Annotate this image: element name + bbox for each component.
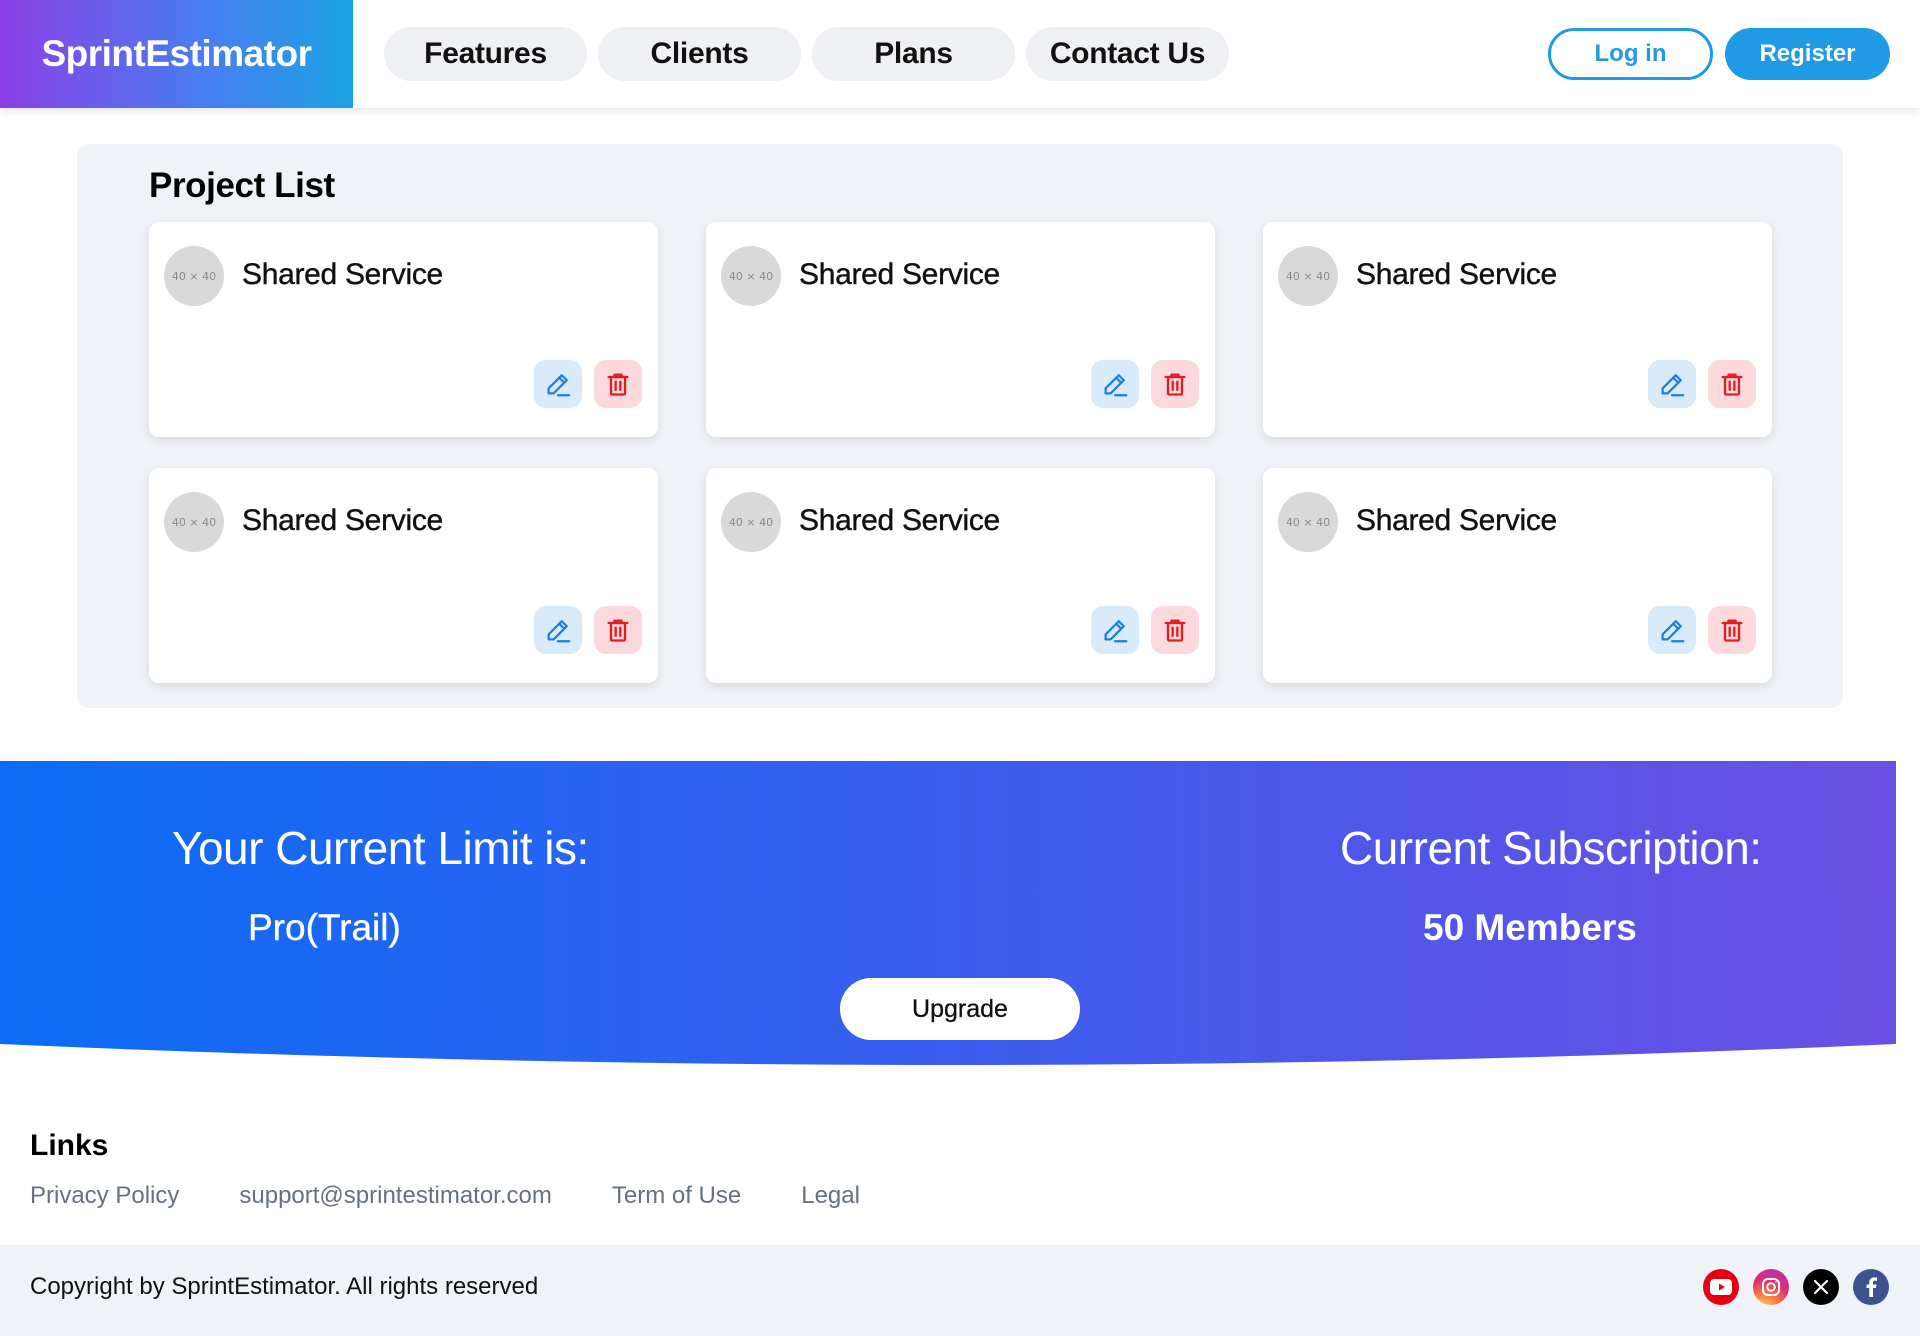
delete-button[interactable]: [594, 360, 642, 408]
project-card[interactable]: 40 × 40 Shared Service: [706, 222, 1215, 437]
top-navbar: SprintEstimator Features Clients Plans C…: [0, 0, 1920, 108]
pencil-icon: [547, 374, 571, 397]
nav-clients[interactable]: Clients: [598, 27, 801, 81]
project-list-title: Project List: [149, 166, 335, 205]
delete-button[interactable]: [1151, 360, 1199, 408]
delete-button[interactable]: [1708, 606, 1756, 654]
register-button[interactable]: Register: [1725, 28, 1890, 80]
project-list-panel: Project List 40 × 40 Shared Service 40 ×…: [77, 144, 1843, 708]
project-avatar: 40 × 40: [164, 492, 224, 552]
edit-button[interactable]: [1648, 606, 1696, 654]
pencil-icon: [1661, 374, 1685, 397]
project-avatar: 40 × 40: [721, 492, 781, 552]
edit-button[interactable]: [1648, 360, 1696, 408]
project-avatar: 40 × 40: [164, 246, 224, 306]
bottom-bar: Copyright by SprintEstimator. All rights…: [0, 1245, 1920, 1336]
copyright-text: Copyright by SprintEstimator. All rights…: [30, 1273, 539, 1300]
project-avatar: 40 × 40: [1278, 492, 1338, 552]
project-title: Shared Service: [242, 258, 444, 291]
delete-button[interactable]: [594, 606, 642, 654]
youtube-icon[interactable]: [1703, 1269, 1739, 1305]
project-card[interactable]: 40 × 40 Shared Service: [149, 468, 658, 683]
social-links: [1703, 1269, 1889, 1305]
trash-icon: [1721, 619, 1743, 642]
facebook-icon[interactable]: [1853, 1269, 1889, 1305]
trash-icon: [1721, 373, 1743, 396]
upgrade-button[interactable]: Upgrade: [840, 978, 1080, 1040]
pencil-icon: [547, 620, 571, 643]
login-button[interactable]: Log in: [1548, 28, 1713, 80]
project-title: Shared Service: [1356, 258, 1558, 291]
edit-button[interactable]: [534, 360, 582, 408]
current-limit-value: Pro(Trail): [248, 907, 401, 948]
main-nav: Features Clients Plans Contact Us: [384, 27, 1229, 81]
edit-button[interactable]: [534, 606, 582, 654]
trash-icon: [607, 619, 629, 642]
instagram-icon[interactable]: [1753, 1269, 1789, 1305]
terms-of-use-link[interactable]: Term of Use: [612, 1182, 741, 1210]
project-card[interactable]: 40 × 40 Shared Service: [706, 468, 1215, 683]
brand-name[interactable]: SprintEstimator: [41, 33, 312, 75]
privacy-policy-link[interactable]: Privacy Policy: [30, 1182, 179, 1210]
trash-icon: [607, 373, 629, 396]
support-email-link[interactable]: support@sprintestimator.com: [239, 1182, 551, 1210]
current-subscription-value: 50 Members: [1423, 907, 1637, 948]
project-title: Shared Service: [799, 504, 1001, 537]
current-subscription-label: Current Subscription:: [1340, 822, 1762, 874]
trash-icon: [1164, 373, 1186, 396]
x-icon[interactable]: [1803, 1269, 1839, 1305]
edit-button[interactable]: [1091, 360, 1139, 408]
footer-links: Privacy Policy support@sprintestimator.c…: [30, 1182, 920, 1210]
legal-link[interactable]: Legal: [801, 1182, 860, 1210]
pencil-icon: [1104, 374, 1128, 397]
brand-logo[interactable]: SprintEstimator: [0, 0, 353, 108]
project-card[interactable]: 40 × 40 Shared Service: [149, 222, 658, 437]
edit-button[interactable]: [1091, 606, 1139, 654]
pencil-icon: [1661, 620, 1685, 643]
nav-contact-us[interactable]: Contact Us: [1026, 27, 1229, 81]
nav-plans[interactable]: Plans: [812, 27, 1015, 81]
project-title: Shared Service: [242, 504, 444, 537]
project-card[interactable]: 40 × 40 Shared Service: [1263, 222, 1772, 437]
project-title: Shared Service: [799, 258, 1001, 291]
project-avatar: 40 × 40: [721, 246, 781, 306]
subscription-banner: Your Current Limit is: Pro(Trail) Curren…: [0, 761, 1896, 1076]
current-limit-label: Your Current Limit is:: [172, 822, 589, 874]
project-title: Shared Service: [1356, 504, 1558, 537]
links-heading: Links: [30, 1129, 109, 1162]
project-avatar: 40 × 40: [1278, 246, 1338, 306]
project-card[interactable]: 40 × 40 Shared Service: [1263, 468, 1772, 683]
pencil-icon: [1104, 620, 1128, 643]
trash-icon: [1164, 619, 1186, 642]
delete-button[interactable]: [1151, 606, 1199, 654]
delete-button[interactable]: [1708, 360, 1756, 408]
nav-features[interactable]: Features: [384, 27, 587, 81]
